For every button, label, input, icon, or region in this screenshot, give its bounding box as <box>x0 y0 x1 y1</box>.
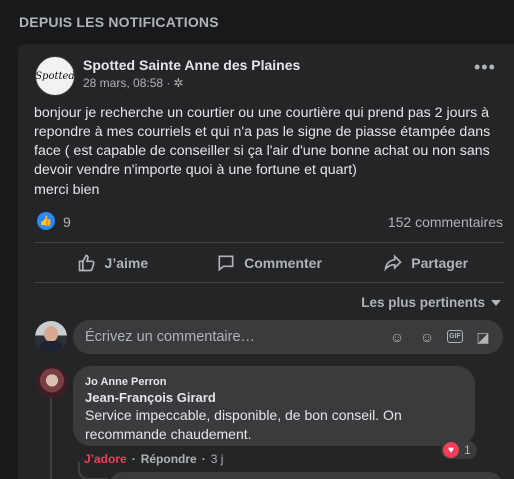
comment-placeholder: Écrivez un commentaire… <box>85 329 256 345</box>
composer-icons: ☺ ☺ GIF ◪ <box>387 327 493 347</box>
comments-count-link[interactable]: 152 commentaires <box>388 214 503 230</box>
post-meta: 28 mars, 08:58 · ✲ <box>83 76 183 90</box>
thread-line <box>50 389 52 479</box>
post-signoff: merci bien <box>34 182 100 198</box>
divider <box>34 282 504 283</box>
heart-icon: ♥ <box>443 442 459 458</box>
section-title: DEPUIS LES NOTIFICATIONS <box>19 14 219 30</box>
caret-down-icon <box>491 299 501 306</box>
page-avatar[interactable]: Spotted <box>35 56 75 96</box>
reply-button[interactable]: Répondre <box>141 452 197 466</box>
comment-icon <box>218 255 234 272</box>
thumbs-up-icon <box>78 254 95 272</box>
divider <box>34 242 504 243</box>
sort-label: Les plus pertinents <box>361 295 485 310</box>
like-button[interactable]: J’aime <box>34 247 191 279</box>
comment-input[interactable]: Écrivez un commentaire… ☺ ☺ GIF ◪ <box>73 320 503 354</box>
page-logo: Spotted <box>35 70 75 82</box>
like-label: J’aime <box>104 255 149 271</box>
avatar-shirt <box>39 341 63 353</box>
comment-time[interactable]: 3 j <box>211 452 224 466</box>
comment-author[interactable]: Jo Anne Perron <box>85 376 167 388</box>
comment-reactions[interactable]: ♥ 1 <box>441 441 477 459</box>
like-reaction-icon[interactable]: 👍 <box>37 212 55 230</box>
comment-button[interactable]: Commenter <box>191 247 348 279</box>
comment-label: Commenter <box>244 255 322 271</box>
avatar-sticker-icon[interactable]: ☺ <box>387 327 407 347</box>
like-count[interactable]: 9 <box>63 214 71 230</box>
gif-icon[interactable]: GIF <box>447 330 463 343</box>
comment-bubble: Jo Anne Perron Jean-François Girard Serv… <box>73 366 475 446</box>
separator: · <box>201 452 206 466</box>
share-label: Partager <box>411 255 469 271</box>
sort-dropdown[interactable]: Les plus pertinents <box>361 295 501 310</box>
my-avatar[interactable] <box>35 321 67 353</box>
comment-text: Service impeccable, disponible, de bon c… <box>85 407 402 442</box>
post-date[interactable]: 28 mars, 08:58 · <box>83 76 170 90</box>
share-icon <box>384 254 402 272</box>
comment-mention[interactable]: Jean-François Girard <box>85 390 216 405</box>
avatar-face <box>44 326 58 342</box>
post-card: Spotted Spotted Sainte Anne des Plaines … <box>18 44 514 479</box>
more-options-button[interactable]: ••• <box>474 58 496 76</box>
page-name-link[interactable]: Spotted Sainte Anne des Plaines <box>83 57 300 73</box>
share-button[interactable]: Partager <box>347 247 504 279</box>
separator: · <box>131 452 136 466</box>
reaction-count: 1 <box>464 443 471 457</box>
sticker-icon[interactable]: ◪ <box>473 327 493 347</box>
reply-connector <box>78 462 108 479</box>
post-actions: J’aime Commenter Partager <box>34 247 504 279</box>
commenter-avatar[interactable] <box>36 366 68 398</box>
gear-icon: ✲ <box>173 76 184 90</box>
emoji-icon[interactable]: ☺ <box>417 327 437 347</box>
post-text: bonjour je recherche un courtier ou une … <box>34 105 491 178</box>
next-comment-bubble <box>109 472 503 479</box>
